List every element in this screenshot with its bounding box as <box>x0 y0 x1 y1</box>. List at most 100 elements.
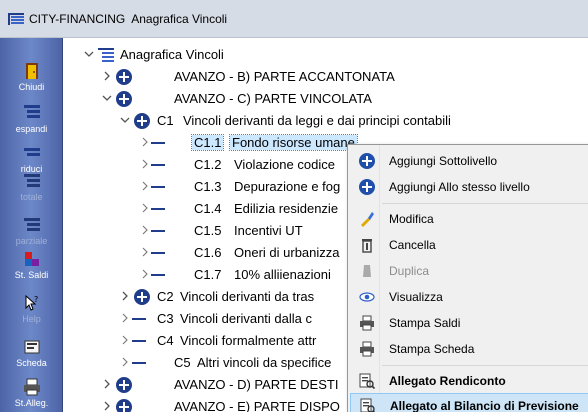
tree-node-code: C1.4 <box>194 201 222 216</box>
report-magnifier-icon <box>360 398 376 412</box>
tree-node-label: Depurazione e fog <box>234 179 341 194</box>
chevron-right-icon[interactable] <box>140 159 150 169</box>
chevron-down-icon[interactable] <box>84 49 94 59</box>
tree-root[interactable]: Anagrafica Vincoli <box>64 44 584 66</box>
left-toolbar: Chiudi espandi riduci totale parziale St… <box>0 38 63 412</box>
plus-circle-icon <box>134 113 150 129</box>
tree-node-label: Edilizia residenzie <box>234 201 339 216</box>
menu-separator <box>382 365 588 366</box>
expand-all-button[interactable]: totale <box>0 172 63 202</box>
tree-connector <box>151 274 165 276</box>
menu-item-print-balances[interactable]: Stampa Saldi <box>350 311 588 335</box>
expand-tree-icon <box>23 105 40 118</box>
menu-separator <box>382 203 588 204</box>
tree-node-code: C4 <box>157 333 174 348</box>
tree-node-code: C1.3 <box>194 179 222 194</box>
printer-icon <box>360 315 374 331</box>
chevron-right-icon[interactable] <box>140 203 150 213</box>
tree-node-label: AVANZO - E) PARTE DISPO <box>174 399 340 412</box>
tree-node[interactable]: C1 Vincoli derivanti da leggi e dai prin… <box>64 110 584 132</box>
title-bar: CITY-FINANCING Anagrafica Vincoli <box>0 0 588 38</box>
tree-node-label: Violazione codice <box>234 157 335 172</box>
expand-all-icon <box>23 174 40 187</box>
tree-app-icon <box>8 13 24 25</box>
collapse-button[interactable]: riduci <box>0 144 63 174</box>
plus-circle-icon <box>116 377 132 393</box>
tree-node-label: Vincoli formalmente attr <box>180 333 317 348</box>
close-label: Chiudi <box>18 82 45 92</box>
chevron-right-icon[interactable] <box>140 247 150 257</box>
print-attachment-label: St.Alleg. <box>14 398 49 408</box>
menu-item-view[interactable]: Visualizza <box>350 285 588 309</box>
expand-partial-button[interactable]: parziale <box>0 216 63 246</box>
chevron-right-icon[interactable] <box>120 357 130 367</box>
menu-item-print-card[interactable]: Stampa Scheda <box>350 337 588 361</box>
print-attachment-button[interactable]: St.Alleg. <box>0 378 63 408</box>
menu-item-duplicate[interactable]: Duplica <box>350 259 588 283</box>
chevron-right-icon[interactable] <box>140 269 150 279</box>
chevron-right-icon[interactable] <box>102 401 112 411</box>
menu-item-label: Aggiungi Allo stesso livello <box>389 180 530 194</box>
tree-node-label: AVANZO - D) PARTE DESTI <box>174 377 339 392</box>
menu-item-budget-attachment[interactable]: Allegato al Bilancio di Previsione <box>350 393 588 412</box>
menu-item-add-sublevel[interactable]: Aggiungi Sottolivello <box>350 149 588 173</box>
expand-button[interactable]: espandi <box>0 104 63 134</box>
plus-circle-icon <box>116 69 132 85</box>
menu-item-label: Aggiungi Sottolivello <box>389 154 498 168</box>
tree-node-label: AVANZO - B) PARTE ACCANTONATA <box>174 69 395 84</box>
tree-node-code: C1.7 <box>194 267 222 282</box>
menu-item-edit[interactable]: Modifica <box>350 207 588 231</box>
tree-node[interactable]: AVANZO - C) PARTE VINCOLATA <box>64 88 584 110</box>
menu-item-label: Allegato al Bilancio di Previsione <box>390 399 579 412</box>
add-circle-icon <box>359 153 375 169</box>
tree-list-icon <box>98 48 114 62</box>
tree-connector <box>151 164 165 166</box>
chevron-right-icon[interactable] <box>140 181 150 191</box>
tree-connector <box>151 186 165 188</box>
form-name: Anagrafica Vincoli <box>131 12 228 26</box>
chevron-right-icon[interactable] <box>120 335 130 345</box>
window-title: CITY-FINANCING Anagrafica Vincoli <box>29 12 227 26</box>
tree-connector <box>151 252 165 254</box>
context-menu: Aggiungi Sottolivello Aggiungi Allo stes… <box>347 144 588 412</box>
help-button[interactable]: ? Help <box>0 294 63 324</box>
expand-partial-label: parziale <box>15 236 48 246</box>
chevron-down-icon[interactable] <box>102 93 112 103</box>
tree-node-label: Vincoli derivanti da leggi e dai princip… <box>183 113 451 128</box>
menu-item-label: Modifica <box>389 212 434 226</box>
menu-item-label: Duplica <box>389 264 430 278</box>
collapse-tree-icon <box>23 148 40 156</box>
plus-circle-icon <box>116 91 132 107</box>
tree-node-label: Altri vincoli da specifice <box>197 355 332 370</box>
expand-all-label: totale <box>20 192 43 202</box>
print-balances-button[interactable]: St. Saldi <box>0 250 63 280</box>
chevron-right-icon[interactable] <box>140 225 150 235</box>
tree-connector <box>132 362 146 364</box>
close-button[interactable]: Chiudi <box>0 62 63 92</box>
expand-partial-icon <box>23 218 40 231</box>
chevron-right-icon[interactable] <box>120 313 130 323</box>
print-attachment-icon <box>23 378 40 396</box>
chevron-right-icon[interactable] <box>140 137 150 147</box>
card-button[interactable]: Scheda <box>0 338 63 368</box>
menu-item-add-same-level[interactable]: Aggiungi Allo stesso livello <box>350 175 588 199</box>
tree-node-code: C3 <box>157 311 174 326</box>
tree-node-code: C1.5 <box>194 223 222 238</box>
menu-item-delete[interactable]: Cancella <box>350 233 588 257</box>
duplicate-icon <box>363 265 371 277</box>
expand-label: espandi <box>15 124 48 134</box>
chevron-down-icon[interactable] <box>120 115 130 125</box>
chevron-right-icon[interactable] <box>120 291 130 301</box>
chevron-right-icon[interactable] <box>102 71 112 81</box>
chevron-right-icon[interactable] <box>102 379 112 389</box>
menu-item-label: Stampa Scheda <box>389 342 475 356</box>
menu-item-label: Stampa Saldi <box>389 316 461 330</box>
menu-item-report-attachment[interactable]: Allegato Rendiconto <box>350 369 588 393</box>
tree-node-label: 10% alliienazioni <box>234 267 331 282</box>
application-window: CITY-FINANCING Anagrafica Vincoli Chiudi… <box>0 0 588 412</box>
tree-node[interactable]: AVANZO - B) PARTE ACCANTONATA <box>64 66 584 88</box>
tree-connector <box>151 208 165 210</box>
exit-door-icon <box>25 63 38 79</box>
tree-node-label: AVANZO - C) PARTE VINCOLATA <box>174 91 372 106</box>
add-circle-icon <box>359 179 375 195</box>
